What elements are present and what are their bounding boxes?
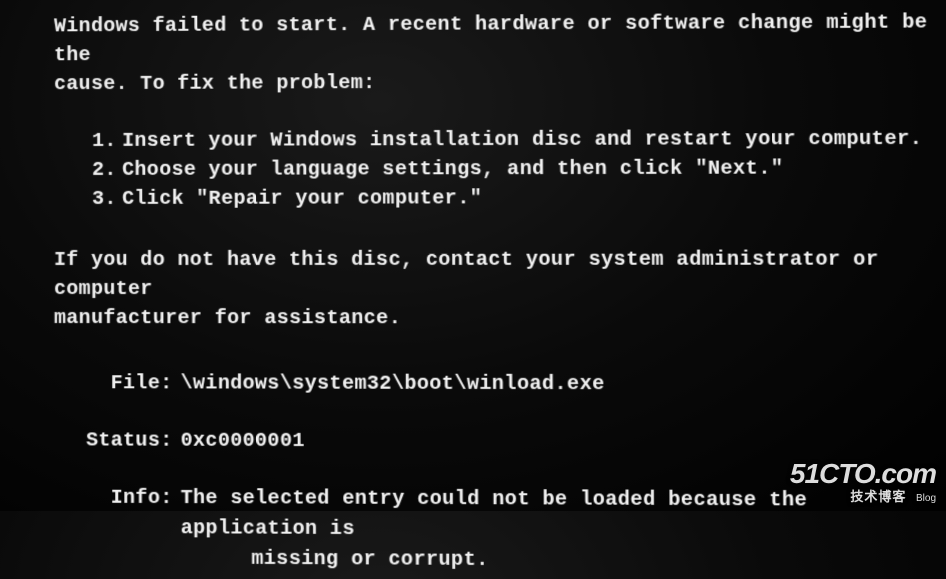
status-label: Status: [0, 426, 181, 456]
step-item: 2. Choose your language settings, and th… [92, 154, 946, 185]
step-number: 3. [92, 185, 122, 214]
watermark-sub-en: Blog [916, 493, 936, 504]
file-row: File: \windows\system32\boot\winload.exe [0, 369, 946, 400]
status-row: Status: 0xc0000001 [0, 426, 946, 458]
step-item: 1. Insert your Windows installation disc… [92, 125, 946, 156]
step-item: 3. Click "Repair your computer." [92, 183, 946, 214]
repair-steps: 1. Insert your Windows installation disc… [0, 125, 946, 214]
step-text: Insert your Windows installation disc an… [122, 125, 922, 156]
intro-line: Windows failed to start. A recent hardwa… [54, 8, 939, 70]
watermark-sub-cn: 技术博客 [850, 489, 906, 504]
intro-line: cause. To fix the problem: [54, 67, 939, 99]
step-number: 1. [92, 127, 122, 156]
step-text: Choose your language settings, and then … [122, 154, 783, 185]
watermark: 51CTO.com 技术博客 Blog [790, 458, 936, 505]
intro-text: Windows failed to start. A recent hardwa… [0, 8, 946, 99]
nodisc-line: If you do not have this disc, contact yo… [54, 245, 946, 304]
info-line: missing or corrupt. [181, 544, 943, 578]
nodisc-line: manufacturer for assistance. [54, 304, 946, 334]
no-disc-text: If you do not have this disc, contact yo… [0, 245, 946, 333]
status-value: 0xc0000001 [181, 427, 946, 458]
info-label: Info: [0, 483, 181, 574]
step-number: 2. [92, 156, 122, 185]
file-label: File: [0, 369, 181, 398]
step-text: Click "Repair your computer." [122, 184, 482, 214]
file-value: \windows\system32\boot\winload.exe [181, 369, 946, 400]
